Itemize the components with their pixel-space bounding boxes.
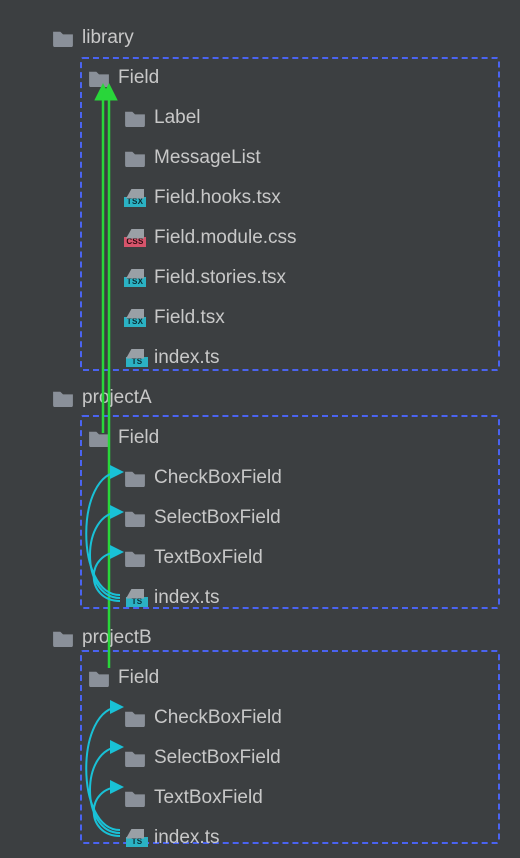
folder-label: Field — [118, 427, 159, 449]
folder-projecta-field[interactable]: Field — [88, 418, 297, 458]
folder-label: Field — [118, 67, 159, 89]
folder-label: Field — [118, 667, 159, 689]
folder-label: CheckBoxField — [154, 707, 282, 729]
tsx-file-icon: TSX — [124, 187, 146, 209]
folder-icon — [124, 747, 146, 769]
folder-label: projectA — [82, 387, 152, 409]
folder-checkboxfield-a[interactable]: CheckBoxField — [124, 458, 297, 498]
file-label: Field.module.css — [154, 227, 297, 249]
folder-icon — [124, 787, 146, 809]
folder-icon — [52, 627, 74, 649]
folder-messagelist[interactable]: MessageList — [124, 138, 297, 178]
file-label: index.ts — [154, 347, 219, 369]
folder-icon — [124, 507, 146, 529]
folder-icon — [124, 707, 146, 729]
folder-icon — [124, 147, 146, 169]
file-field-stories[interactable]: TSX Field.stories.tsx — [124, 258, 297, 298]
folder-icon — [88, 67, 110, 89]
folder-label: MessageList — [154, 147, 261, 169]
folder-label: library — [82, 27, 134, 49]
folder-label: SelectBoxField — [154, 507, 281, 529]
folder-label: TextBoxField — [154, 547, 263, 569]
folder-icon — [88, 427, 110, 449]
folder-projectb-field[interactable]: Field — [88, 658, 297, 698]
folder-textboxfield-b[interactable]: TextBoxField — [124, 778, 297, 818]
folder-selectboxfield-a[interactable]: SelectBoxField — [124, 498, 297, 538]
file-label: Field.hooks.tsx — [154, 187, 281, 209]
folder-icon — [52, 27, 74, 49]
file-field-hooks[interactable]: TSX Field.hooks.tsx — [124, 178, 297, 218]
folder-projectb[interactable]: projectB — [52, 618, 297, 658]
file-label: index.ts — [154, 587, 219, 609]
folder-library[interactable]: library — [52, 18, 297, 58]
file-projecta-index-ts[interactable]: TS index.ts — [124, 578, 297, 618]
ts-file-icon: TS — [124, 587, 146, 609]
folder-checkboxfield-b[interactable]: CheckBoxField — [124, 698, 297, 738]
folder-icon — [124, 107, 146, 129]
folder-library-field[interactable]: Field — [88, 58, 297, 98]
file-field-tsx[interactable]: TSX Field.tsx — [124, 298, 297, 338]
folder-textboxfield-a[interactable]: TextBoxField — [124, 538, 297, 578]
tsx-file-icon: TSX — [124, 307, 146, 329]
file-library-index-ts[interactable]: TS index.ts — [124, 338, 297, 378]
folder-label-item[interactable]: Label — [124, 98, 297, 138]
folder-label: projectB — [82, 627, 152, 649]
ts-file-icon: TS — [124, 827, 146, 849]
file-label: Field.stories.tsx — [154, 267, 286, 289]
file-label: Field.tsx — [154, 307, 225, 329]
folder-label: TextBoxField — [154, 787, 263, 809]
folder-label: CheckBoxField — [154, 467, 282, 489]
folder-icon — [88, 667, 110, 689]
file-tree: library Field Label MessageList TSX Fiel… — [52, 18, 297, 858]
file-label: index.ts — [154, 827, 219, 849]
folder-icon — [52, 387, 74, 409]
tsx-file-icon: TSX — [124, 267, 146, 289]
ts-file-icon: TS — [124, 347, 146, 369]
folder-selectboxfield-b[interactable]: SelectBoxField — [124, 738, 297, 778]
css-file-icon: CSS — [124, 227, 146, 249]
file-projectb-index-ts[interactable]: TS index.ts — [124, 818, 297, 858]
folder-projecta[interactable]: projectA — [52, 378, 297, 418]
file-field-module-css[interactable]: CSS Field.module.css — [124, 218, 297, 258]
folder-label: SelectBoxField — [154, 747, 281, 769]
folder-icon — [124, 547, 146, 569]
folder-label: Label — [154, 107, 201, 129]
folder-icon — [124, 467, 146, 489]
